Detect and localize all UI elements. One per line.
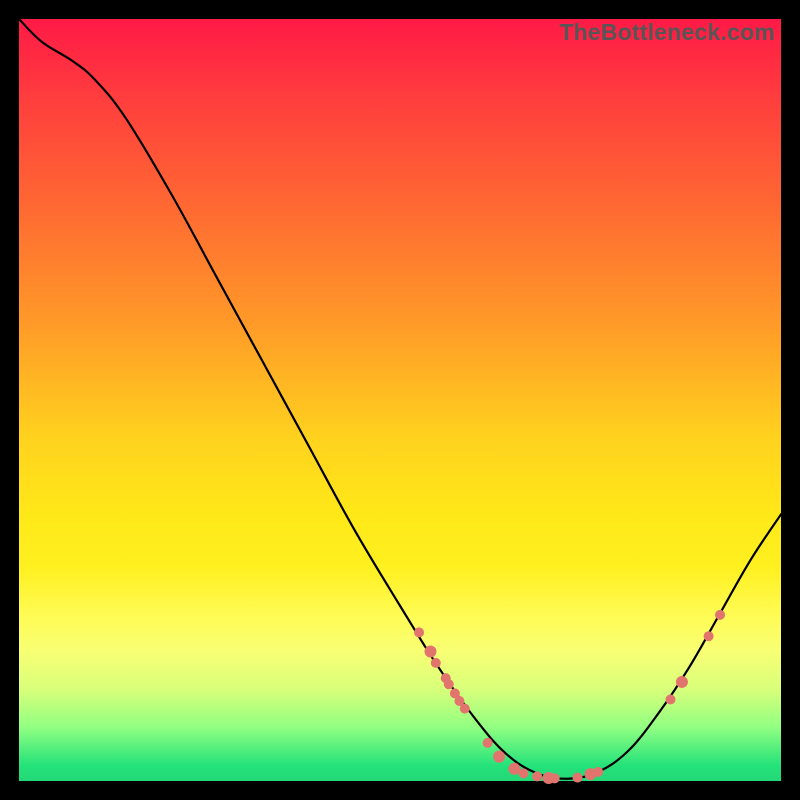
data-point bbox=[593, 767, 603, 777]
data-point bbox=[424, 645, 436, 657]
chart-frame: TheBottleneck.com bbox=[0, 0, 800, 800]
data-point bbox=[493, 751, 505, 763]
data-point bbox=[704, 631, 714, 641]
scatter-points bbox=[414, 610, 725, 784]
data-point bbox=[676, 676, 688, 688]
data-point bbox=[518, 768, 528, 778]
plot-area: TheBottleneck.com bbox=[19, 19, 781, 781]
data-point bbox=[483, 738, 493, 748]
data-point bbox=[414, 627, 424, 637]
data-point bbox=[532, 771, 542, 781]
data-point bbox=[715, 610, 725, 620]
data-point bbox=[550, 773, 560, 783]
data-point bbox=[460, 704, 470, 714]
bottleneck-curve bbox=[19, 19, 781, 779]
data-point bbox=[666, 694, 676, 704]
data-point bbox=[444, 679, 454, 689]
data-point bbox=[431, 658, 441, 668]
curve-layer bbox=[19, 19, 781, 781]
data-point bbox=[573, 773, 583, 783]
